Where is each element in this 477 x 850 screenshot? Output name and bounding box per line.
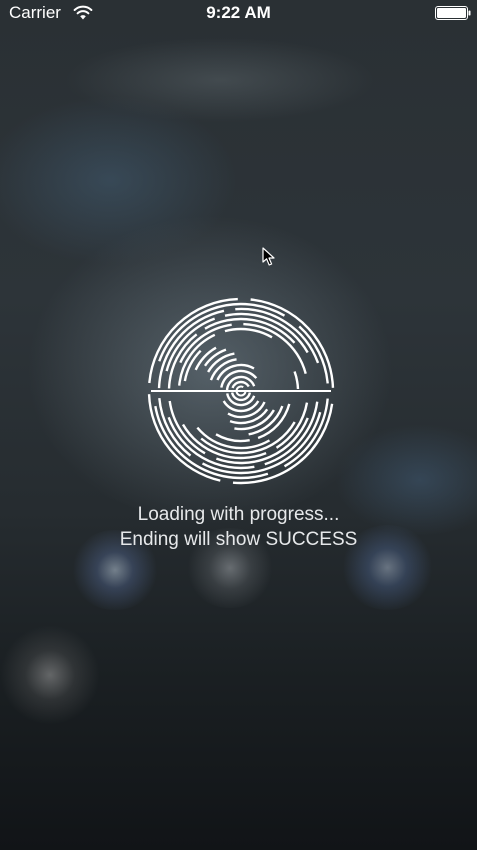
status-bar: Carrier 9:22 AM: [0, 0, 477, 28]
app-screen: Carrier 9:22 AM Loading with progress...…: [0, 0, 477, 850]
battery-icon: [435, 6, 471, 20]
blurred-background-light: [0, 625, 100, 725]
hud-message: Loading with progress... Ending will sho…: [0, 502, 477, 552]
clock-time: 9:22 AM: [206, 3, 271, 22]
progress-spinner-icon: [147, 297, 335, 485]
hud-message-line-1: Loading with progress...: [137, 504, 340, 525]
mouse-pointer-icon: [262, 247, 275, 266]
hud-message-line-2: Ending will show SUCCESS: [119, 529, 358, 550]
